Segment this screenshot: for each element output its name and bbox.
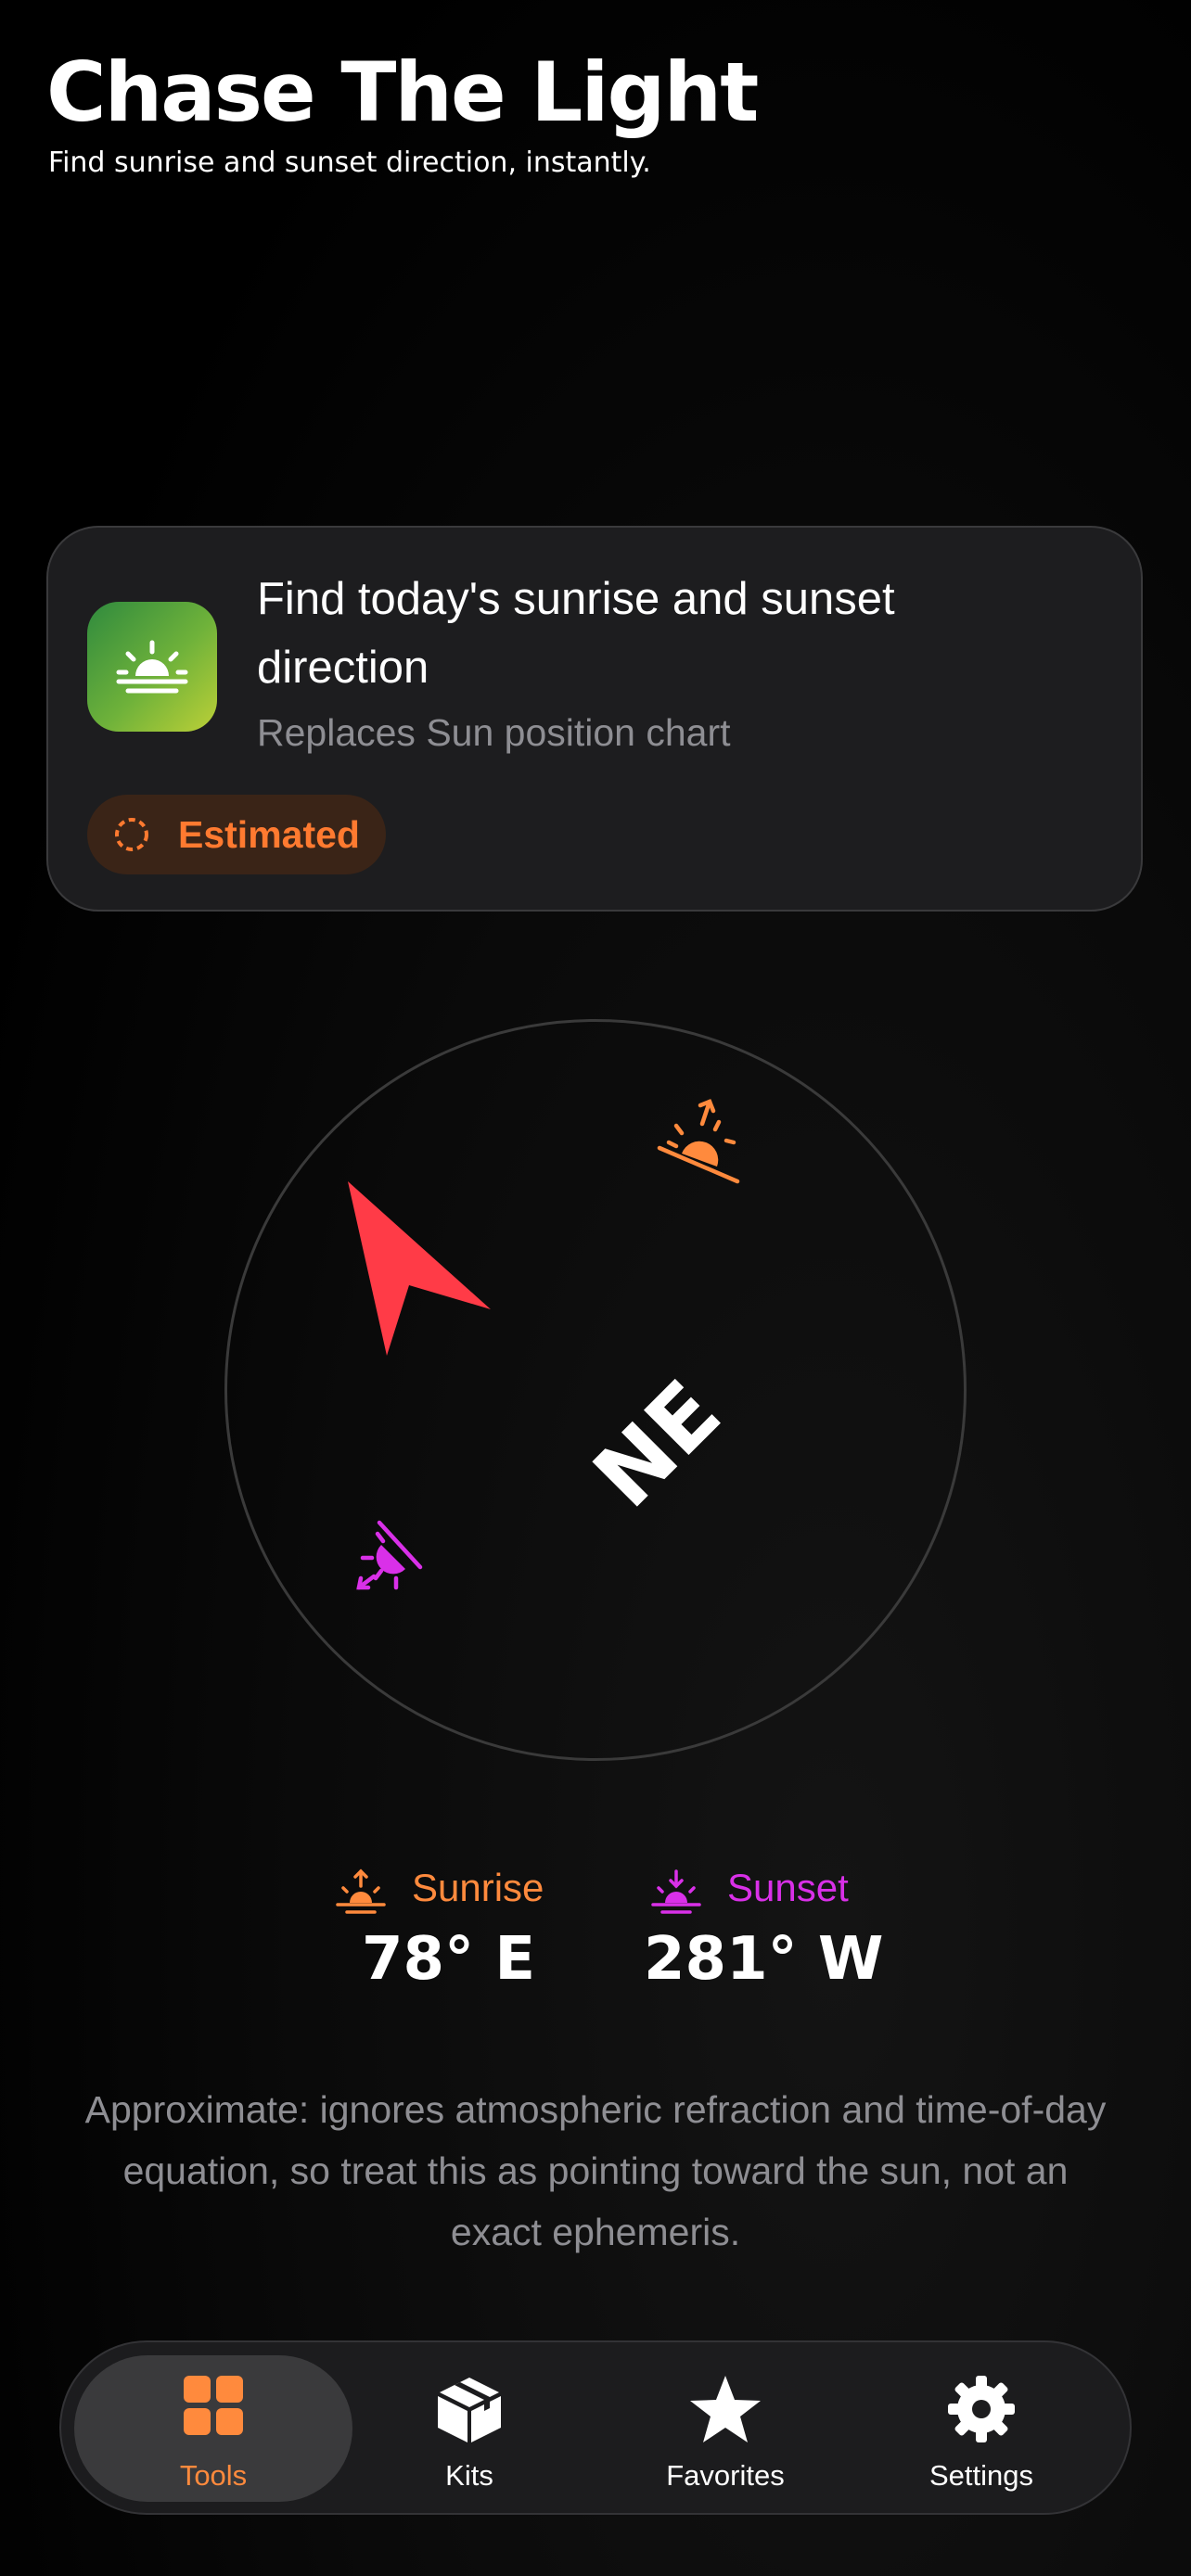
sunrise-marker-icon [657,1099,740,1184]
tab-settings-label: Settings [928,2459,1033,2492]
estimated-badge: Estimated [87,795,386,874]
heading-label: NE [575,1362,740,1527]
sunset-marker-icon [356,1520,423,1590]
tab-favorites[interactable]: Favorites [586,2355,864,2502]
box-icon [438,2378,501,2442]
sunrise-label: Sunrise [412,1866,544,1909]
approximation-disclaimer: Approximate: ignores atmospheric refract… [84,2088,1107,2253]
tab-bar: Tools Kits Favorites Settings [59,2340,1132,2515]
grid-icon [184,2376,243,2435]
sunset-small-icon [651,1869,701,1914]
tab-favorites-label: Favorites [666,2459,785,2492]
tab-kits[interactable]: Kits [330,2355,608,2502]
sunrise-azimuth-value: 78° E [362,1925,536,1994]
tool-app-icon [87,602,217,732]
compass-dial[interactable]: NE [224,1019,967,1761]
sunset-label: Sunset [727,1866,849,1909]
badge-label: Estimated [178,813,360,856]
app-subtitle: Find sunrise and sunset direction, insta… [48,147,651,179]
sunrise-small-icon [336,1868,386,1914]
star-icon [690,2376,761,2442]
card-subtitle: Replaces Sun position chart [257,711,731,754]
tab-kits-label: Kits [445,2459,493,2492]
heading-arrow [348,1181,491,1356]
sunset-azimuth-value: 281° W [644,1925,884,1994]
tab-settings[interactable]: Settings [842,2355,1121,2502]
gear-icon [948,2376,1015,2442]
sun-readouts: Sunrise 78° E Sunset 281° W [0,1864,1191,2012]
tab-tools[interactable]: Tools [74,2355,352,2502]
tab-tools-label: Tools [179,2459,248,2492]
tool-card[interactable]: Find today's sunrise and sunset directio… [46,526,1143,912]
app-title: Chase The Light [46,45,759,140]
dashed-circle-icon [115,818,148,851]
card-title: Find today's sunrise and sunset directio… [257,574,895,693]
sunrise-icon [116,640,188,694]
